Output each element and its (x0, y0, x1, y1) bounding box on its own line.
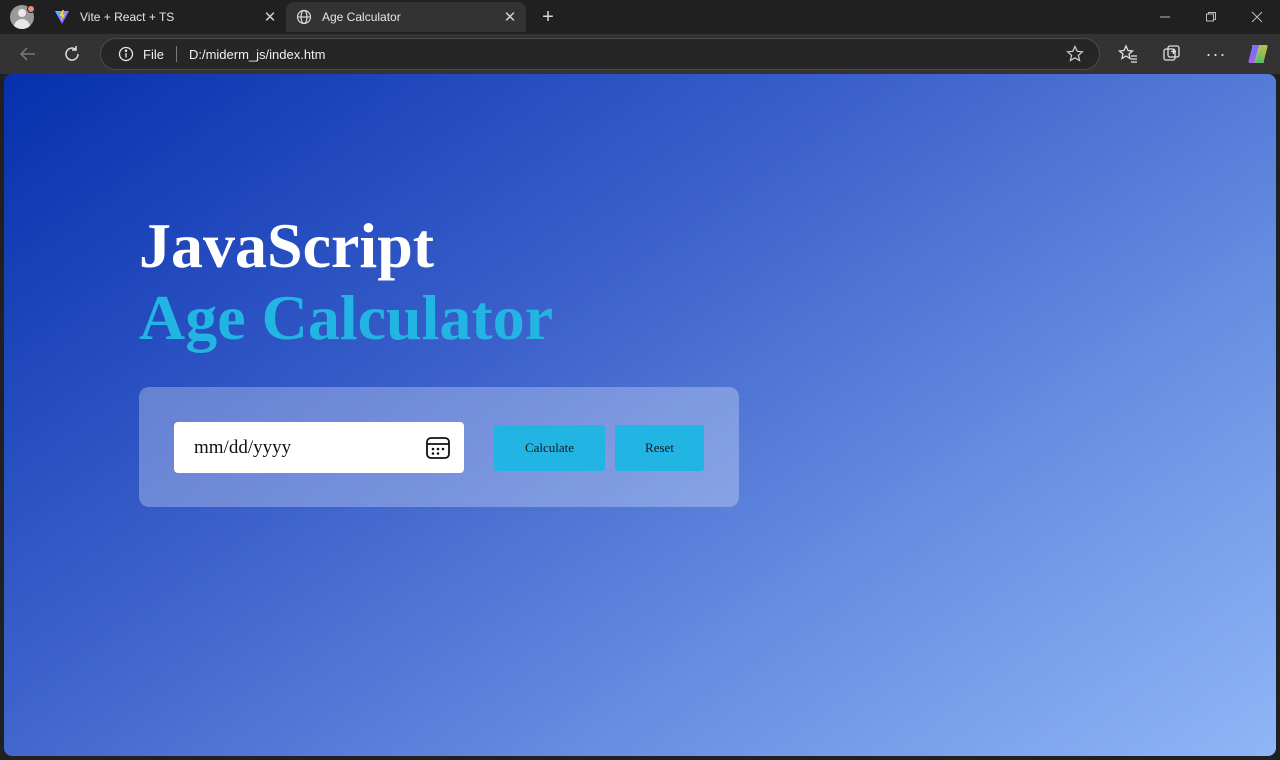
close-tab-icon[interactable]: ✕ (260, 7, 280, 27)
birthdate-input[interactable]: mm/dd/yyyy (174, 422, 464, 473)
calendar-icon[interactable] (424, 434, 452, 462)
info-icon[interactable] (117, 45, 135, 63)
globe-icon (296, 9, 312, 25)
tab-title: Age Calculator (322, 10, 401, 24)
url-text[interactable]: D:/miderm_js/index.htm (189, 47, 1065, 62)
reset-button[interactable]: Reset (615, 425, 704, 471)
close-window-icon[interactable] (1234, 0, 1280, 34)
calculate-button[interactable]: Calculate (494, 425, 605, 471)
address-bar[interactable]: File D:/miderm_js/index.htm (100, 38, 1100, 70)
favorite-star-icon[interactable] (1065, 44, 1085, 64)
profile-notification-badge (27, 5, 35, 13)
calculator-card: mm/dd/yyyy Calculate Reset (139, 387, 739, 507)
tab-vite[interactable]: Vite + React + TS ✕ (44, 2, 286, 32)
favorites-icon[interactable] (1114, 40, 1142, 68)
close-tab-icon[interactable]: ✕ (500, 7, 520, 27)
collections-icon[interactable] (1158, 40, 1186, 68)
new-tab-plus-icon[interactable]: + (536, 5, 560, 29)
scheme-label: File (143, 46, 164, 62)
tab-title: Vite + React + TS (80, 10, 175, 24)
copilot-icon[interactable] (1244, 40, 1272, 68)
date-placeholder: mm/dd/yyyy (194, 436, 292, 458)
restore-window-icon[interactable] (1188, 0, 1234, 34)
title-javascript: JavaScript (139, 210, 435, 281)
page-viewport: JavaScript Age Calculator mm/dd/yyyy Cal… (4, 74, 1276, 756)
more-options-icon[interactable]: ··· (1202, 40, 1230, 68)
title-age-calculator: Age Calculator (139, 282, 554, 353)
reload-icon[interactable] (56, 38, 88, 70)
browser-toolbar: File D:/miderm_js/index.htm ··· (0, 34, 1280, 74)
tab-bar: Vite + React + TS ✕ Age Calculator ✕ + (0, 0, 1280, 34)
address-separator (175, 46, 177, 62)
vite-icon (54, 9, 70, 25)
minimize-icon[interactable] (1142, 0, 1188, 34)
back-arrow-icon[interactable] (12, 38, 44, 70)
page-heading: JavaScript Age Calculator (139, 210, 553, 354)
tab-age-calculator[interactable]: Age Calculator ✕ (286, 2, 526, 32)
